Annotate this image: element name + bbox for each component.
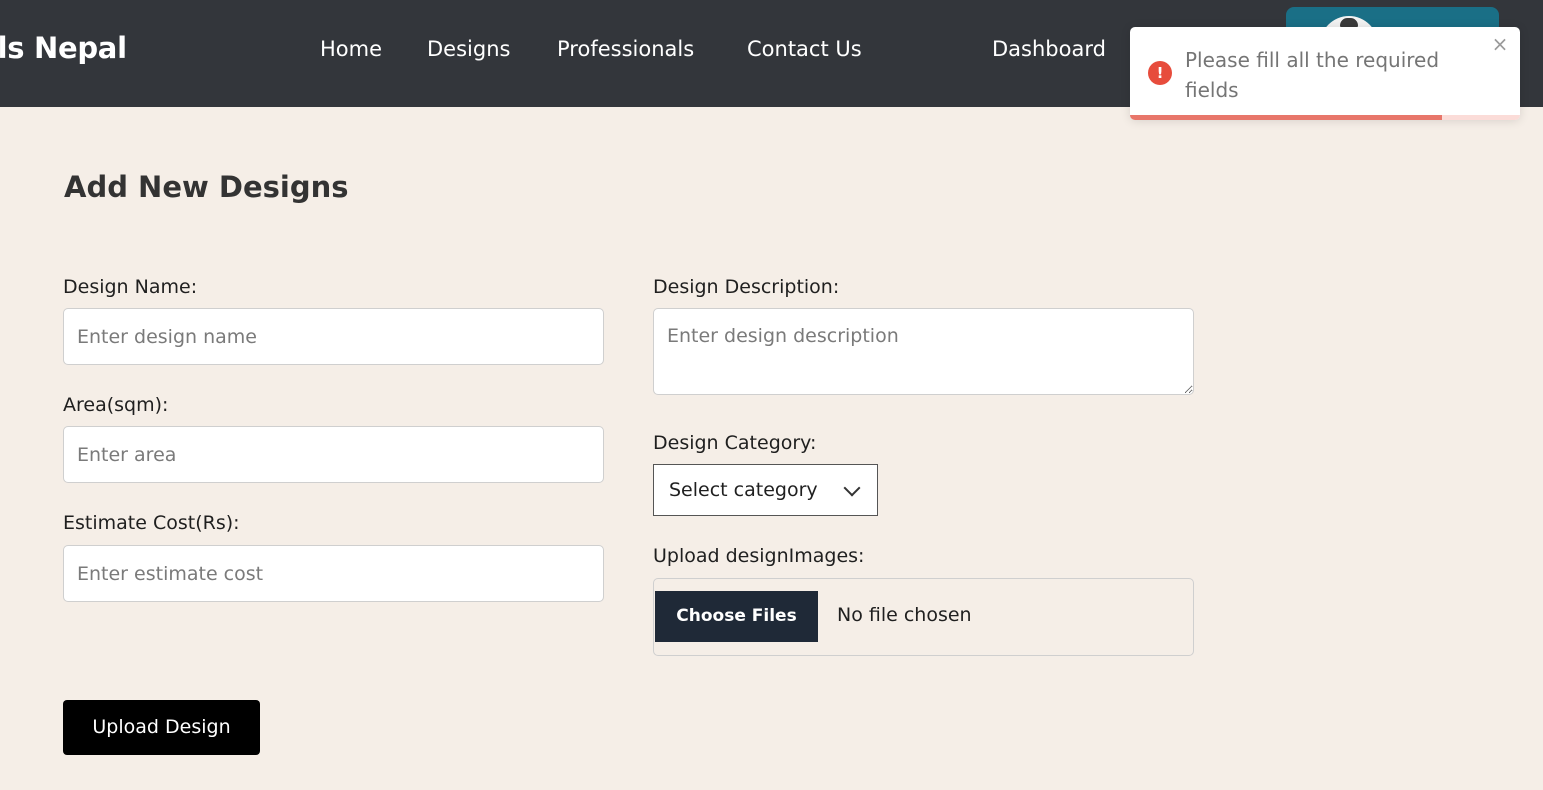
design-category-label: Design Category: [653, 432, 817, 454]
error-icon: ! [1148, 61, 1172, 85]
area-input[interactable] [63, 426, 604, 483]
category-select-value: Select category [669, 479, 818, 501]
chevron-down-icon [843, 479, 861, 497]
design-name-input[interactable] [63, 308, 604, 365]
choose-files-button[interactable]: Choose Files [655, 591, 818, 642]
nav-link-contact-us[interactable]: Contact Us [747, 37, 862, 61]
close-icon[interactable]: × [1490, 34, 1510, 54]
file-status-text: No file chosen [837, 604, 972, 626]
nav-link-home[interactable]: Home [320, 37, 382, 61]
category-select[interactable]: Select category [653, 464, 878, 516]
upload-design-button[interactable]: Upload Design [63, 700, 260, 755]
area-label: Area(sqm): [63, 394, 169, 416]
toast-progress-track [1130, 115, 1520, 120]
design-description-textarea[interactable] [653, 308, 1194, 395]
page-title: Add New Designs [64, 170, 349, 204]
design-name-label: Design Name: [63, 276, 198, 298]
nav-link-designs[interactable]: Designs [427, 37, 510, 61]
estimate-cost-input[interactable] [63, 545, 604, 602]
file-upload-field[interactable]: Choose Files No file chosen [653, 578, 1194, 656]
brand-logo-text[interactable]: nals Nepal [0, 31, 127, 65]
upload-images-label: Upload designImages: [653, 545, 865, 567]
estimate-cost-label: Estimate Cost(Rs): [63, 512, 240, 534]
nav-link-professionals[interactable]: Professionals [557, 37, 694, 61]
nav-link-dashboard[interactable]: Dashboard [992, 37, 1106, 61]
toast-message: Please fill all the required fields [1185, 48, 1440, 102]
toast-progress-bar [1130, 115, 1442, 120]
error-toast: ! Please fill all the required fields × [1130, 27, 1520, 120]
design-description-label: Design Description: [653, 276, 840, 298]
